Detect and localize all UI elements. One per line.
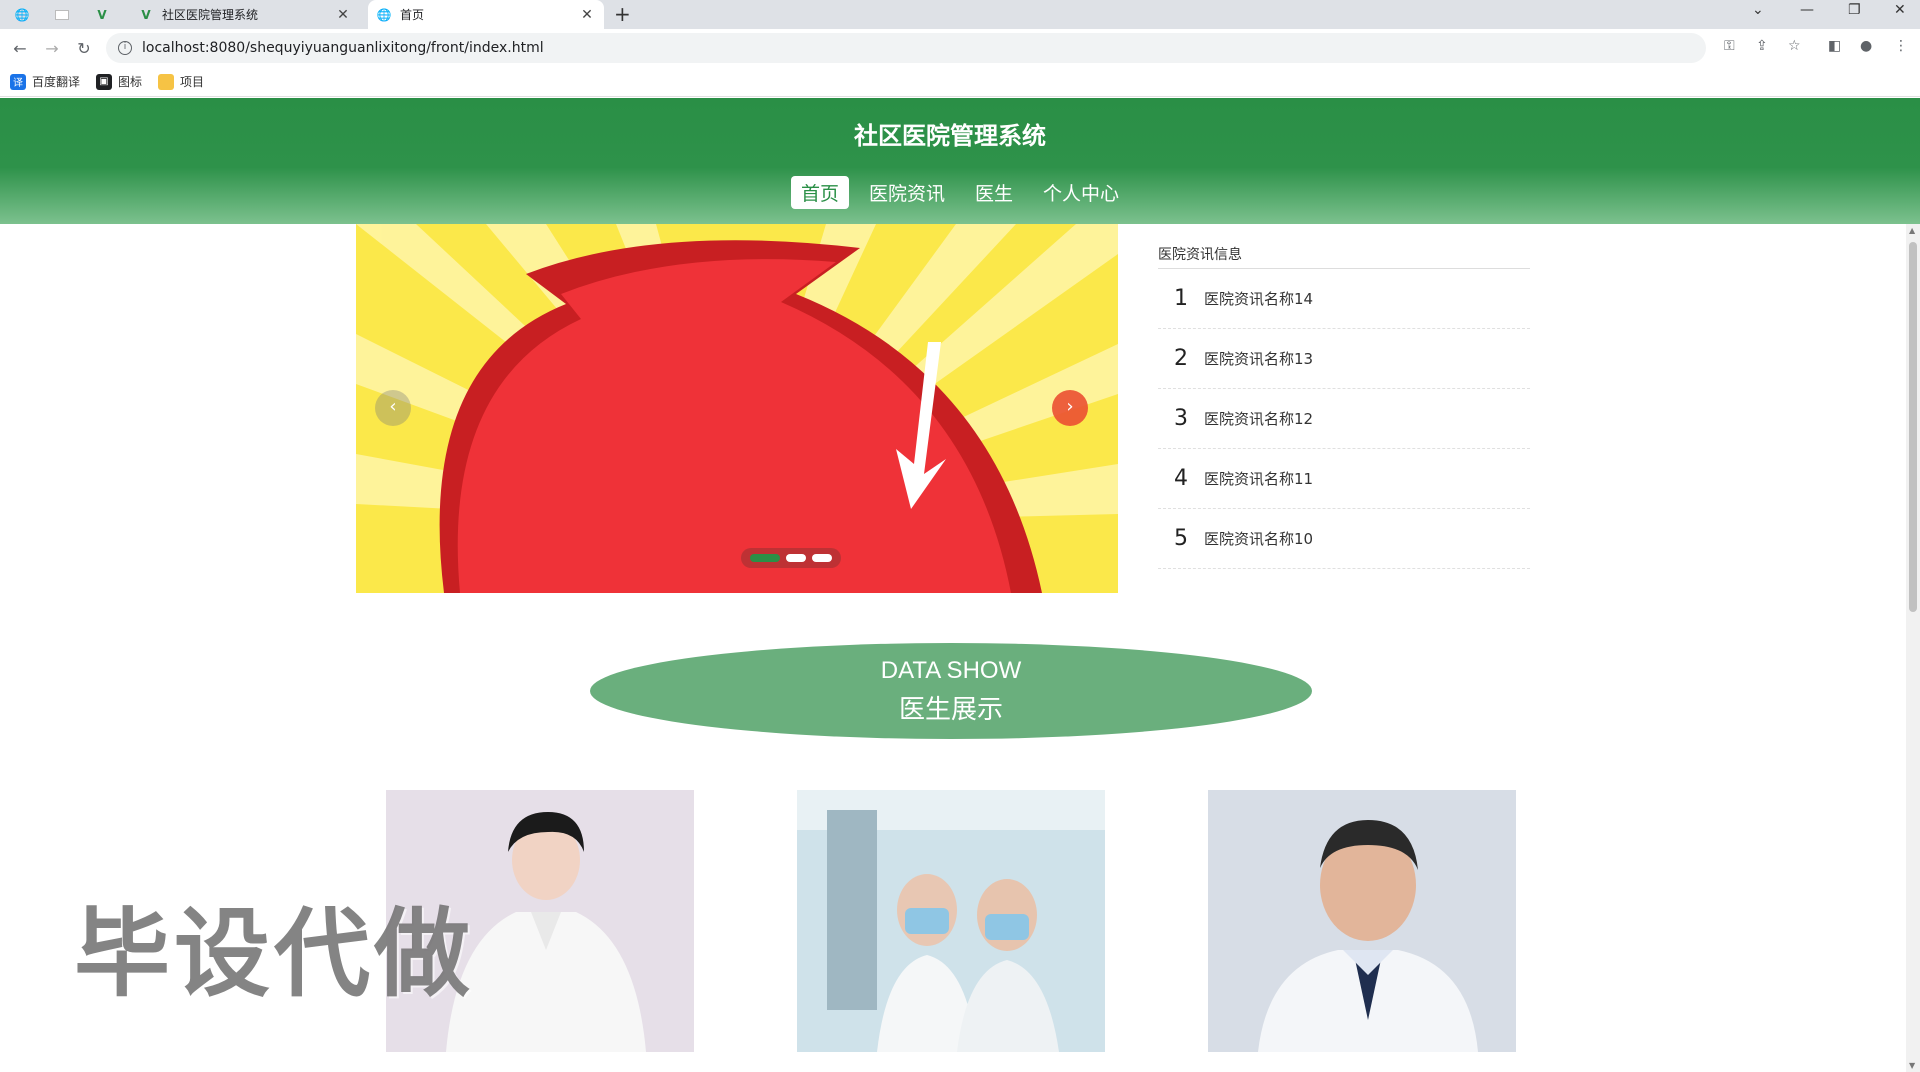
vue-logo-icon: V <box>97 7 107 22</box>
news-heading: 医院资讯信息 <box>1158 244 1530 269</box>
forward-arrow-icon[interactable]: → <box>40 39 64 58</box>
site-title: 社区医院管理系统 <box>854 122 1046 150</box>
globe-icon: 🌐 <box>376 7 392 22</box>
news-title[interactable]: 医院资讯名称10 <box>1204 528 1313 549</box>
address-bar: ← → ↻ i localhost:8080/shequyiyuanguanli… <box>0 29 1920 67</box>
folder-icon <box>158 73 175 90</box>
site-header: 社区医院管理系统 首页 医院资讯 医生 个人中心 <box>0 98 1920 224</box>
info-icon[interactable]: i <box>118 41 132 55</box>
news-index: 5 <box>1174 526 1188 551</box>
side-panel-icon[interactable]: ◧ <box>1828 38 1841 54</box>
news-panel: 医院资讯信息 1 医院资讯名称14 2 医院资讯名称13 3 医院资讯名称12 … <box>1158 244 1530 569</box>
bookmark-label: 百度翻译 <box>32 75 81 89</box>
bookmarks-bar: 译 百度翻译 ▣ 图标 项目 <box>0 67 1920 97</box>
bookmark-item[interactable]: 译 百度翻译 <box>10 73 80 90</box>
pinned-tab-blank[interactable] <box>48 0 76 29</box>
close-icon[interactable]: ✕ <box>334 7 352 23</box>
carousel-dot[interactable] <box>812 554 832 562</box>
menu-icon[interactable]: ⋮ <box>1894 38 1908 54</box>
vue-logo-icon: V <box>141 7 151 22</box>
section-title-cn: 医生展示 <box>898 695 1003 725</box>
news-item[interactable]: 3 医院资讯名称12 <box>1158 389 1530 449</box>
scrollbar-thumb[interactable] <box>1909 242 1917 612</box>
banner-image <box>356 224 1118 593</box>
chevron-right-icon: › <box>1066 396 1074 417</box>
news-index: 4 <box>1174 466 1188 491</box>
news-index: 2 <box>1174 346 1188 371</box>
section-title-en: DATA SHOW <box>880 657 1022 684</box>
pinned-tab-vue[interactable]: V <box>88 0 116 29</box>
tab-title: 首页 <box>400 8 425 22</box>
bookmark-label: 图标 <box>118 75 143 89</box>
scroll-up-icon[interactable]: ▲ <box>1909 226 1915 235</box>
bookmark-item[interactable]: ▣ 图标 <box>96 73 142 90</box>
new-tab-button[interactable]: + <box>614 2 631 26</box>
url-field[interactable]: i localhost:8080/shequyiyuanguanlixitong… <box>106 33 1706 63</box>
nav-item-home[interactable]: 首页 <box>790 176 849 209</box>
star-icon[interactable]: ☆ <box>1788 38 1801 54</box>
banner-carousel[interactable]: ‹ › <box>356 224 1118 593</box>
page-scrollbar[interactable]: ▲ ▼ <box>1906 224 1920 1072</box>
chevron-down-icon[interactable]: ⌄ <box>1752 2 1764 18</box>
news-title[interactable]: 医院资讯名称11 <box>1204 468 1313 489</box>
section-title-badge: DATA SHOW 医生展示 <box>590 643 1312 739</box>
carousel-dot-active[interactable] <box>750 554 780 562</box>
close-icon[interactable]: ✕ <box>578 7 596 23</box>
nav-item-news[interactable]: 医院资讯 <box>859 176 955 209</box>
chevron-left-icon: ‹ <box>389 396 397 417</box>
restore-button[interactable]: ❐ <box>1848 2 1861 18</box>
main-nav: 首页 医院资讯 医生 个人中心 <box>0 176 1920 209</box>
carousel-indicators <box>741 548 841 568</box>
back-arrow-icon[interactable]: ← <box>8 39 32 58</box>
doctor-card-photo[interactable] <box>1208 790 1516 1052</box>
doctor-card-photo[interactable] <box>797 790 1105 1052</box>
globe-icon: 🌐 <box>14 7 30 22</box>
carousel-next-button[interactable]: › <box>1052 390 1088 426</box>
carousel-dot[interactable] <box>786 554 806 562</box>
tab-title: 社区医院管理系统 <box>162 8 259 22</box>
news-title[interactable]: 医院资讯名称14 <box>1204 288 1313 309</box>
doctor-photo <box>797 790 1105 1052</box>
doctor-photo <box>1208 790 1516 1052</box>
minimize-button[interactable]: — <box>1800 2 1814 18</box>
watermark-text: 毕设代做 <box>74 898 474 1010</box>
news-item[interactable]: 4 医院资讯名称11 <box>1158 449 1530 509</box>
share-icon[interactable]: ⇪ <box>1756 38 1768 54</box>
news-item[interactable]: 2 医院资讯名称13 <box>1158 329 1530 389</box>
bookmark-item[interactable]: 项目 <box>158 73 204 90</box>
tab-home[interactable]: 🌐 首页 ✕ <box>368 0 604 29</box>
pinned-tab-globe[interactable]: 🌐 <box>8 0 36 29</box>
reload-icon[interactable]: ↻ <box>72 39 96 58</box>
window-close-button[interactable]: ✕ <box>1894 2 1906 18</box>
scroll-down-icon[interactable]: ▼ <box>1909 1061 1915 1070</box>
browser-tab-bar: 🌐 V V 社区医院管理系统 ✕ 🌐 首页 ✕ + ⌄ — ❐ ✕ <box>0 0 1920 29</box>
url-text: localhost:8080/shequyiyuanguanlixitong/f… <box>142 40 544 56</box>
news-index: 3 <box>1174 406 1188 431</box>
image-icon: ▣ <box>96 73 113 90</box>
news-item[interactable]: 1 医院资讯名称14 <box>1158 269 1530 329</box>
profile-avatar-icon[interactable]: ● <box>1860 38 1872 54</box>
news-index: 1 <box>1174 286 1188 311</box>
tab-admin-system[interactable]: V 社区医院管理系统 ✕ <box>130 0 360 29</box>
carousel-prev-button[interactable]: ‹ <box>375 390 411 426</box>
nav-item-doctors[interactable]: 医生 <box>965 176 1023 209</box>
bookmark-label: 项目 <box>180 75 205 89</box>
news-title[interactable]: 医院资讯名称13 <box>1204 348 1313 369</box>
blank-page-icon <box>55 9 69 20</box>
news-title[interactable]: 医院资讯名称12 <box>1204 408 1313 429</box>
translate-icon: 译 <box>10 73 26 90</box>
news-item[interactable]: 5 医院资讯名称10 <box>1158 509 1530 569</box>
key-icon[interactable]: ⚿ <box>1724 38 1735 54</box>
nav-item-profile[interactable]: 个人中心 <box>1033 176 1129 209</box>
